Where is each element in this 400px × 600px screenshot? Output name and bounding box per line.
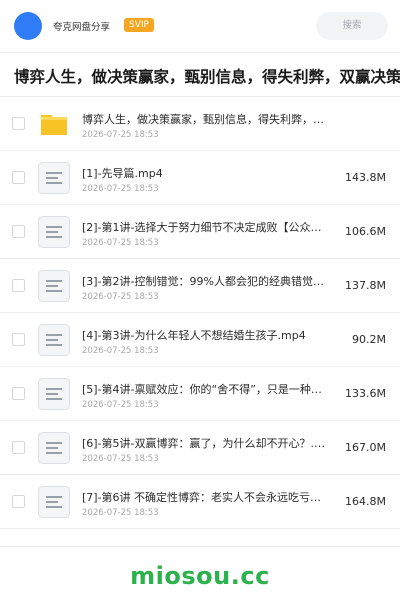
document-icon (38, 324, 70, 356)
share-title: 博弈人生，做决策赢家，甄别信息，得失利弊，双赢决策， (14, 68, 400, 86)
file-size: 137.8M (345, 279, 386, 292)
row-checkbox[interactable] (12, 333, 25, 346)
document-icon (38, 216, 70, 248)
document-icon (38, 162, 70, 194)
file-name[interactable]: [3]-第2讲-控制错觉：99%人都会犯的经典错觉… (82, 273, 332, 289)
file-size: 133.6M (345, 387, 386, 400)
file-size: 164.8M (345, 495, 386, 508)
file-name[interactable]: [7]-第6讲 不确定性博弈：老实人不会永远吃亏【… (82, 489, 332, 505)
folder-icon (38, 108, 70, 140)
file-date: 2026-07-25 18:53 (82, 130, 159, 140)
file-list: 博弈人生，做决策赢家，甄别信息，得失利弊，双赢决策… 2026-07-25 18:… (0, 97, 400, 529)
svip-badge: SVIP (124, 18, 154, 32)
divider (0, 546, 400, 547)
file-date: 2026-07-25 18:53 (82, 292, 159, 302)
divider (0, 52, 400, 53)
row-checkbox[interactable] (12, 279, 25, 292)
row-checkbox[interactable] (12, 441, 25, 454)
file-date: 2026-07-25 18:53 (82, 400, 159, 410)
file-size: 143.8M (345, 171, 386, 184)
file-date: 2026-07-25 18:53 (82, 184, 159, 194)
document-icon (38, 486, 70, 518)
search-button[interactable]: 搜索 (316, 12, 388, 40)
row-checkbox[interactable] (12, 387, 25, 400)
top-header: 夸克网盘分享 SVIP 搜索 (0, 0, 400, 52)
file-size: 90.2M (352, 333, 386, 346)
file-name[interactable]: [4]-第3讲-为什么年轻人不想结婚生孩子.mp4 (82, 327, 332, 343)
row-checkbox[interactable] (12, 495, 25, 508)
row-checkbox[interactable] (12, 117, 25, 130)
brand-name: 夸克网盘分享 (53, 22, 111, 33)
watermark: miosou.cc (130, 562, 270, 590)
document-icon (38, 270, 70, 302)
file-row[interactable]: [5]-第4讲-禀赋效应：你的“舍不得”，只是一种… 2026-07-25 18:… (0, 367, 400, 421)
file-date: 2026-07-25 18:53 (82, 508, 159, 518)
file-size: 167.0M (345, 441, 386, 454)
file-name[interactable]: [1]-先导篇.mp4 (82, 165, 332, 181)
file-row[interactable]: [1]-先导篇.mp4 2026-07-25 18:53 143.8M (0, 151, 400, 205)
document-icon (38, 378, 70, 410)
file-date: 2026-07-25 18:53 (82, 346, 159, 356)
file-date: 2026-07-25 18:53 (82, 238, 159, 248)
avatar[interactable] (14, 12, 42, 40)
file-name[interactable]: [6]-第5讲-双赢博弈：赢了，为什么却不开心？.… (82, 435, 332, 451)
file-row[interactable]: [3]-第2讲-控制错觉：99%人都会犯的经典错觉… 2026-07-25 18:… (0, 259, 400, 313)
file-row[interactable]: [2]-第1讲-选择大于努力细节不决定成败【公众号… 2026-07-25 18:… (0, 205, 400, 259)
file-row[interactable]: [7]-第6讲 不确定性博弈：老实人不会永远吃亏【… 2026-07-25 18:… (0, 475, 400, 529)
row-checkbox[interactable] (12, 171, 25, 184)
file-size: 106.6M (345, 225, 386, 238)
file-row[interactable]: [4]-第3讲-为什么年轻人不想结婚生孩子.mp4 2026-07-25 18:5… (0, 313, 400, 367)
document-icon (38, 432, 70, 464)
file-name[interactable]: 博弈人生，做决策赢家，甄别信息，得失利弊，双赢决策… (82, 111, 332, 127)
row-checkbox[interactable] (12, 225, 25, 238)
file-name[interactable]: [5]-第4讲-禀赋效应：你的“舍不得”，只是一种… (82, 381, 332, 397)
file-row[interactable]: 博弈人生，做决策赢家，甄别信息，得失利弊，双赢决策… 2026-07-25 18:… (0, 97, 400, 151)
file-date: 2026-07-25 18:53 (82, 454, 159, 464)
file-name[interactable]: [2]-第1讲-选择大于努力细节不决定成败【公众号… (82, 219, 332, 235)
file-row[interactable]: [6]-第5讲-双赢博弈：赢了，为什么却不开心？.… 2026-07-25 18:… (0, 421, 400, 475)
